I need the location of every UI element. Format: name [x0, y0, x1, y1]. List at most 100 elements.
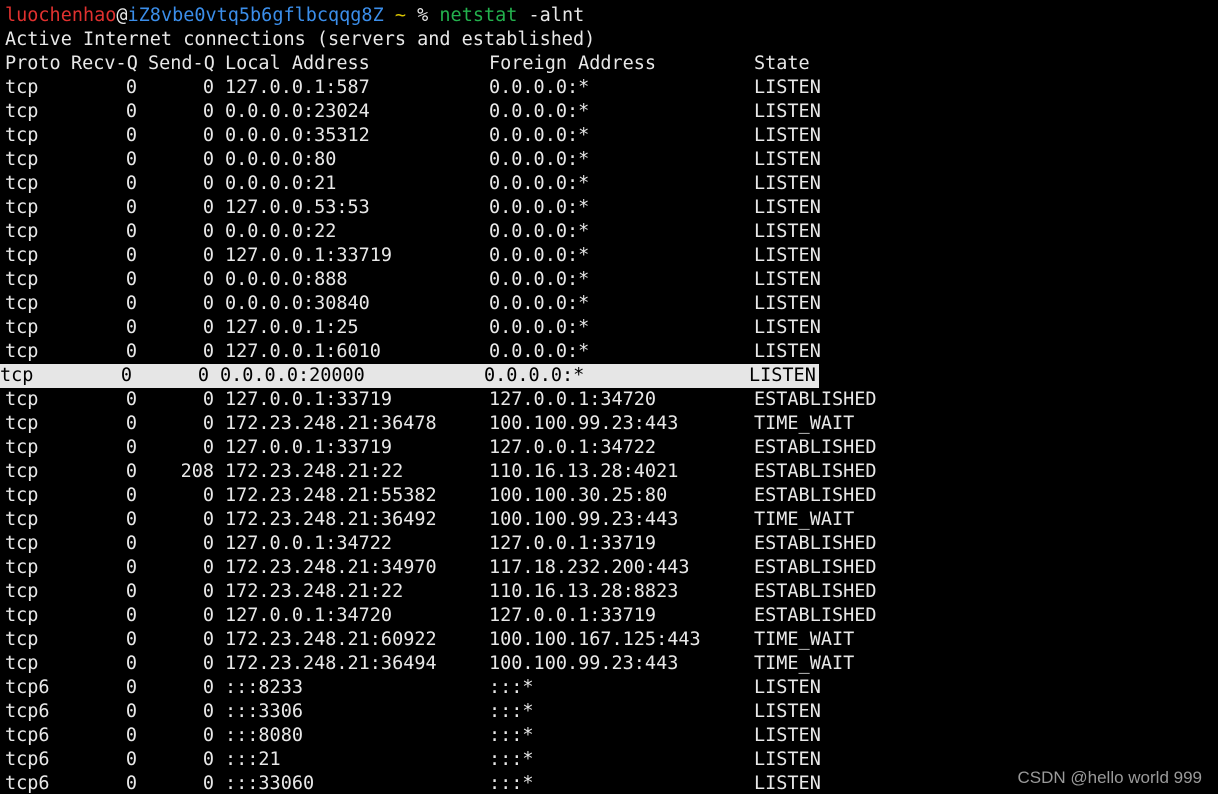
cell-recv-q: 0 — [125, 101, 137, 122]
cell-send-q: 208 — [180, 461, 214, 482]
cell-foreign-address: 100.100.167.125:443 — [489, 629, 701, 650]
table-header: Proto Recv-Q Send-Q Local Address Foreig… — [5, 52, 1218, 76]
cell-state: LISTEN — [754, 317, 821, 338]
cell-recv-q: 0 — [125, 461, 137, 482]
cell-foreign-address: 117.18.232.200:443 — [489, 557, 690, 578]
cell-state: ESTABLISHED — [754, 485, 877, 506]
cell-foreign-address: 127.0.0.1:33719 — [489, 533, 657, 554]
cell-proto: tcp — [5, 293, 39, 314]
cell-foreign-address: 0.0.0.0:* — [484, 365, 585, 386]
cell-local-address: :::21 — [225, 749, 281, 770]
cell-proto: tcp — [5, 557, 39, 578]
table-row: tcp 0 0 127.0.0.1:587 0.0.0.0:* LISTEN — [5, 76, 1218, 100]
table-row: tcp 0 0 127.0.0.1:34722 127.0.0.1:33719 ESTAB… — [5, 532, 1218, 556]
table-row: tcp 0 0 0.0.0.0:22 0.0.0.0:* LISTEN — [5, 220, 1218, 244]
cell-recv-q: 0 — [120, 365, 132, 386]
cell-proto: tcp — [5, 485, 39, 506]
cell-recv-q: 0 — [125, 701, 137, 722]
cell-send-q: 0 — [202, 221, 214, 242]
cell-foreign-address: :::* — [489, 701, 534, 722]
cell-state: TIME_WAIT — [754, 413, 855, 434]
cell-foreign-address: 0.0.0.0:* — [489, 149, 590, 170]
cell-state: LISTEN — [754, 749, 821, 770]
cell-foreign-address: 127.0.0.1:34720 — [489, 389, 657, 410]
cell-foreign-address: 0.0.0.0:* — [489, 101, 590, 122]
cell-foreign-address: 127.0.0.1:33719 — [489, 605, 657, 626]
cell-proto: tcp — [5, 269, 39, 290]
cell-state: LISTEN — [754, 773, 821, 794]
summary-line: Active Internet connections (servers and… — [5, 29, 596, 50]
header-foreign-address: Foreign Address — [489, 53, 657, 74]
cell-send-q: 0 — [202, 125, 214, 146]
header-local-address: Local Address — [225, 53, 370, 74]
cell-recv-q: 0 — [125, 221, 137, 242]
cell-state: LISTEN — [754, 341, 821, 362]
cell-local-address: 172.23.248.21:22 — [225, 581, 404, 602]
connection-list: tcp 0 0 127.0.0.1:587 0.0.0.0:* LISTEN tcp 0 0 0.… — [0, 76, 1218, 794]
terminal-window[interactable]: luochenhao@iZ8vbe0vtq5b6gflbcqqg8Z ~ % n… — [0, 0, 1218, 794]
cell-local-address: 172.23.248.21:34970 — [225, 557, 437, 578]
cell-foreign-address: :::* — [489, 725, 534, 746]
cell-recv-q: 0 — [125, 413, 137, 434]
table-row: tcp 0 0 172.23.248.21:60922 100.100.167.125:… — [5, 628, 1218, 652]
cell-proto: tcp — [5, 437, 39, 458]
cell-foreign-address: 0.0.0.0:* — [489, 317, 590, 338]
cell-send-q: 0 — [202, 245, 214, 266]
cell-state: LISTEN — [754, 197, 821, 218]
cell-send-q: 0 — [202, 605, 214, 626]
cell-foreign-address: 0.0.0.0:* — [489, 269, 590, 290]
cell-send-q: 0 — [202, 77, 214, 98]
table-row: tcp 0 0 127.0.0.1:6010 0.0.0.0:* LISTEN — [5, 340, 1218, 364]
cell-state: LISTEN — [749, 365, 816, 386]
table-row: tcp 0 0 0.0.0.0:80 0.0.0.0:* LISTEN — [5, 148, 1218, 172]
cell-state: ESTABLISHED — [754, 437, 877, 458]
cell-proto: tcp6 — [5, 749, 50, 770]
table-row: tcp 0 0 127.0.0.1:33719 127.0.0.1:34722 ESTAB… — [5, 436, 1218, 460]
cell-foreign-address: 127.0.0.1:34722 — [489, 437, 657, 458]
cell-proto: tcp — [5, 461, 39, 482]
cell-recv-q: 0 — [125, 269, 137, 290]
cell-state: TIME_WAIT — [754, 653, 855, 674]
cell-foreign-address: 0.0.0.0:* — [489, 293, 590, 314]
prompt-line: luochenhao@iZ8vbe0vtq5b6gflbcqqg8Z ~ % n… — [5, 4, 1218, 28]
table-row: tcp6 0 0:::8080:::* LISTEN — [5, 724, 1218, 748]
cell-foreign-address: :::* — [489, 677, 534, 698]
cell-send-q: 0 — [202, 509, 214, 530]
cell-proto: tcp — [5, 581, 39, 602]
cell-send-q: 0 — [202, 173, 214, 194]
cell-local-address: 127.0.0.1:33719 — [225, 437, 393, 458]
cell-send-q: 0 — [202, 557, 214, 578]
cell-proto: tcp — [5, 605, 39, 626]
cell-state: LISTEN — [754, 701, 821, 722]
cell-state: ESTABLISHED — [754, 461, 877, 482]
prompt-user: luochenhao — [5, 5, 117, 26]
cell-recv-q: 0 — [125, 293, 137, 314]
cell-proto: tcp — [5, 149, 39, 170]
cell-local-address: 127.0.0.1:587 — [225, 77, 370, 98]
cell-proto: tcp — [5, 509, 39, 530]
cell-recv-q: 0 — [125, 389, 137, 410]
table-row: tcp 0 0 127.0.0.1:33719 127.0.0.1:34720 ESTAB… — [5, 388, 1218, 412]
cell-local-address: 0.0.0.0:35312 — [225, 125, 370, 146]
cell-recv-q: 0 — [125, 509, 137, 530]
cell-foreign-address: 0.0.0.0:* — [489, 173, 590, 194]
cell-local-address: :::33060 — [225, 773, 315, 794]
command-args: -alnt — [528, 5, 585, 26]
table-row: tcp 0 0 172.23.248.21:36494 100.100.99.23:44… — [5, 652, 1218, 676]
cell-proto: tcp6 — [5, 677, 50, 698]
table-row: tcp 0 0 0.0.0.0:21 0.0.0.0:* LISTEN — [5, 172, 1218, 196]
cell-send-q: 0 — [202, 197, 214, 218]
cell-proto: tcp — [5, 125, 39, 146]
cell-state: LISTEN — [754, 677, 821, 698]
cell-local-address: 0.0.0.0:22 — [225, 221, 337, 242]
cell-local-address: 172.23.248.21:36492 — [225, 509, 437, 530]
cell-send-q: 0 — [202, 413, 214, 434]
cell-proto: tcp — [5, 197, 39, 218]
cell-local-address: 172.23.248.21:22 — [225, 461, 404, 482]
cell-local-address: 127.0.0.1:34720 — [225, 605, 393, 626]
cell-proto: tcp — [5, 317, 39, 338]
cell-foreign-address: 110.16.13.28:4021 — [489, 461, 679, 482]
cell-recv-q: 0 — [125, 77, 137, 98]
cell-recv-q: 0 — [125, 557, 137, 578]
cell-recv-q: 0 — [125, 245, 137, 266]
